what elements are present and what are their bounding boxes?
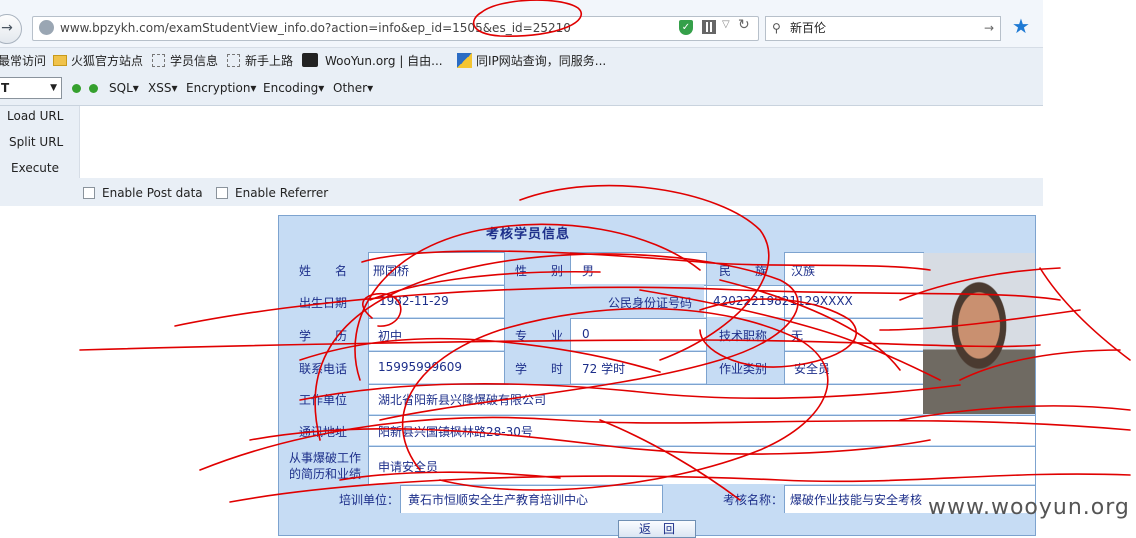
red-scribble-overlay [79,0,1131,503]
watermark: www.wooyun.org [928,495,1130,520]
